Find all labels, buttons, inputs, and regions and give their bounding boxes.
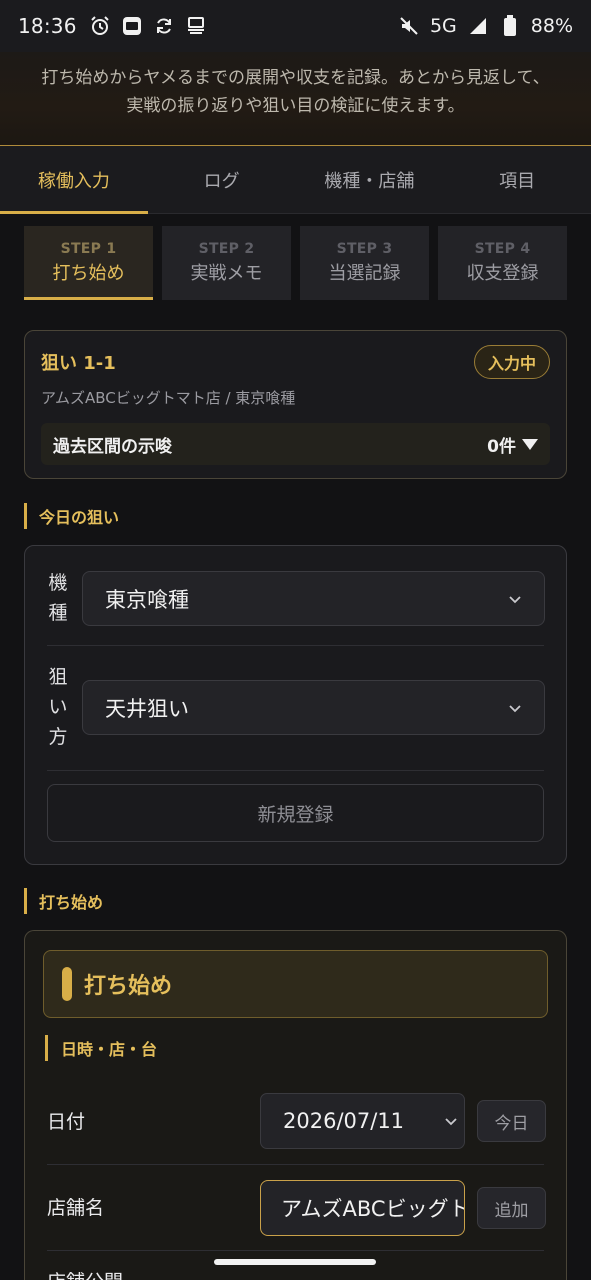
step-name: 実戦メモ: [190, 263, 263, 284]
machine-select[interactable]: 東京喰種: [82, 571, 545, 626]
network-label: 5G: [429, 15, 457, 37]
battery-percent: 88%: [530, 15, 573, 37]
past-hints-count: 0件: [487, 436, 516, 457]
status-icons-left: [89, 15, 207, 37]
today-target-card: 機 種 東京喰種 狙 い 方 天井狙い 新規登録: [24, 545, 567, 865]
triangle-down-icon: [522, 438, 538, 450]
store-input[interactable]: アムズABCビッグトマト店: [260, 1180, 465, 1236]
main-tabs: 稼働入力 ログ 機種・店舗 項目: [0, 146, 591, 214]
method-label-char: 狙: [48, 666, 68, 688]
store-value: アムズABCビッグトマト店: [281, 1197, 464, 1221]
step-number: STEP 2: [198, 241, 255, 257]
step-4[interactable]: STEP 4 収支登録: [438, 226, 567, 300]
start-section-heading: 打ち始め: [24, 888, 103, 914]
battery-icon: [499, 15, 521, 37]
divider: [47, 1250, 544, 1251]
step-name: 収支登録: [466, 263, 539, 284]
step-tabs: STEP 1 打ち始め STEP 2 実戦メモ STEP 3 当選記録 STEP…: [24, 226, 567, 300]
method-select[interactable]: 天井狙い: [82, 680, 545, 735]
method-label-char: い: [48, 696, 68, 718]
machine-select-value: 東京喰種: [105, 587, 189, 612]
step-number: STEP 4: [474, 241, 531, 257]
step-name: 当選記録: [328, 263, 401, 284]
status-badge: 入力中: [473, 345, 550, 379]
intro-description: 打ち始めからヤメるまでの展開や収支を記録。あとから見返して、 実戦の振り返りや狙…: [0, 52, 591, 146]
tab-items[interactable]: 項目: [443, 146, 591, 213]
step-name: 打ち始め: [52, 263, 125, 284]
step-number: STEP 1: [60, 241, 117, 257]
chevron-down-icon: [509, 704, 521, 712]
status-icons-right: 5G 88%: [398, 15, 573, 37]
start-banner: 打ち始め: [43, 950, 548, 1018]
status-time: 18:36: [18, 14, 77, 38]
past-hints-toggle[interactable]: 過去区間の示唆 0件: [41, 423, 550, 465]
step-number: STEP 3: [336, 241, 393, 257]
machine-label-char: 種: [48, 602, 68, 624]
step-2[interactable]: STEP 2 実戦メモ: [162, 226, 291, 300]
machine-label-char: 機: [48, 572, 68, 594]
method-label-char: 方: [48, 726, 68, 748]
start-banner-title: 打ち始め: [84, 974, 173, 999]
store-public-label: 店舗公開: [47, 1267, 123, 1280]
date-label: 日付: [47, 1111, 86, 1133]
accent-bar: [62, 967, 72, 1001]
past-hints-label: 過去区間の示唆: [53, 436, 172, 457]
date-value: 2026/07/11: [283, 1109, 405, 1133]
divider: [47, 770, 544, 771]
divider: [47, 645, 544, 646]
store-label: 店舗名: [47, 1197, 105, 1219]
datetime-subheading: 日時・店・台: [45, 1035, 157, 1061]
date-input[interactable]: 2026/07/11: [260, 1093, 465, 1149]
today-button[interactable]: 今日: [477, 1100, 546, 1142]
tab-work-input[interactable]: 稼働入力: [0, 146, 148, 214]
mute-icon: [398, 15, 420, 37]
status-bar: 18:36 5G 88%: [0, 0, 591, 52]
signal-icon: [467, 15, 489, 37]
new-register-button[interactable]: 新規登録: [47, 784, 544, 842]
intro-line-2: 実戦の振り返りや狙い目の検証に使えます。: [126, 96, 465, 116]
add-store-button[interactable]: 追加: [477, 1187, 546, 1229]
start-card: 打ち始め 日時・店・台 日付 2026/07/11 今日 店舗名 アムズABCビ…: [24, 930, 567, 1280]
step-3[interactable]: STEP 3 当選記録: [300, 226, 429, 300]
method-label: 狙 い 方: [47, 662, 69, 752]
alarm-icon: [89, 15, 111, 37]
target-summary-card: 狙い 1-1 入力中 アムズABCビッグトマト店 / 東京喰種 過去区間の示唆 …: [24, 330, 567, 479]
tab-machine-store[interactable]: 機種・店舗: [296, 146, 444, 213]
divider: [47, 1164, 544, 1165]
chevron-down-icon: [445, 1118, 457, 1126]
chevron-down-icon: [509, 595, 521, 603]
home-indicator[interactable]: [214, 1259, 376, 1265]
machine-label: 機 種: [47, 568, 69, 628]
sync-icon: [153, 15, 175, 37]
past-hints-count-wrap: 0件: [487, 432, 538, 457]
app-icon: [121, 15, 143, 37]
cast-icon: [185, 15, 207, 37]
tab-log[interactable]: ログ: [148, 146, 296, 213]
target-subtitle: アムズABCビッグトマト店 / 東京喰種: [41, 389, 296, 407]
intro-line-1: 打ち始めからヤメるまでの展開や収支を記録。あとから見返して、: [41, 68, 550, 88]
target-title: 狙い 1-1: [41, 353, 116, 374]
today-section-heading: 今日の狙い: [24, 503, 119, 529]
method-select-value: 天井狙い: [105, 696, 189, 721]
step-1[interactable]: STEP 1 打ち始め: [24, 226, 153, 300]
